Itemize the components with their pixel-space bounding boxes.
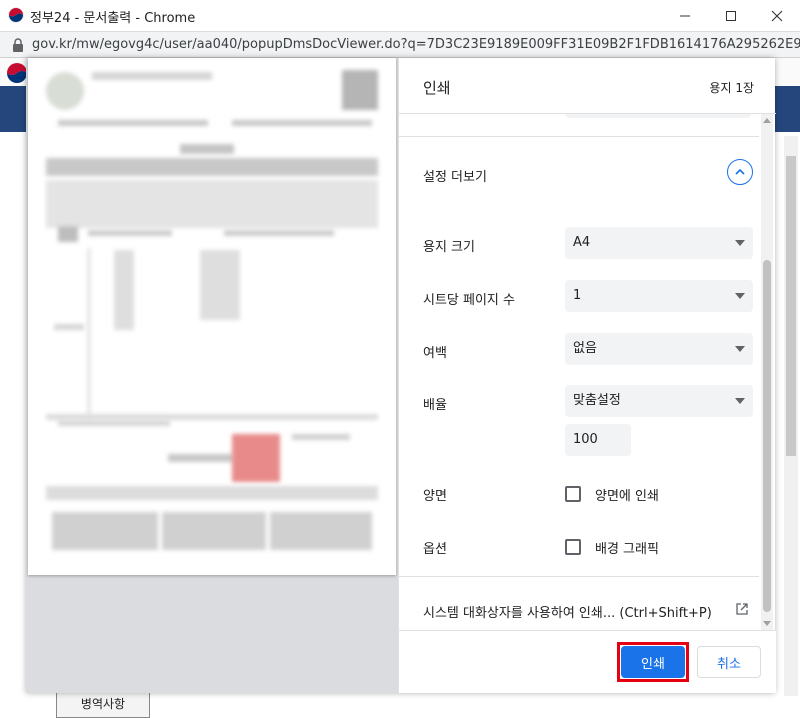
page-scrollbar[interactable] [784,136,798,696]
url-text: gov.kr/mw/egovg4c/user/aa040/popupDmsDoc… [32,37,800,52]
preview-table-line [88,248,90,418]
print-preview-area [26,58,398,693]
minimize-button[interactable] [662,0,708,32]
background-graphics-checkbox[interactable] [565,539,581,555]
open-in-new-icon[interactable] [735,602,749,616]
dialog-title: 인쇄 [423,79,451,97]
preview-footer-text [46,486,378,500]
dropdown-caret-icon [735,398,745,404]
gov-logo-icon [7,63,27,83]
preview-footer-box [270,512,372,550]
preview-qr-code [342,70,378,110]
preview-text-block [58,420,170,426]
cancel-button[interactable]: 취소 [697,646,761,678]
paper-size-select[interactable]: A4 [565,227,753,259]
two-sided-label: 양면 [423,489,447,504]
more-settings-label[interactable]: 설정 더보기 [423,166,487,185]
preview-text-block [224,230,334,236]
preview-text-block [58,120,208,126]
close-icon [771,10,783,22]
preview-footer-box [162,512,266,550]
dropdown-caret-icon [735,293,745,299]
preview-emblem [46,72,84,110]
preview-table-header [46,158,378,176]
margins-select[interactable]: 없음 [565,333,753,365]
preview-text-block [114,250,134,330]
paper-size-label: 용지 크기 [423,240,475,255]
pages-per-sheet-select[interactable]: 1 [565,280,753,312]
maximize-button[interactable] [708,0,754,32]
maximize-icon [726,11,736,21]
preview-text-block [54,324,84,330]
preview-table-cell [58,226,78,242]
close-button[interactable] [754,0,800,32]
preview-text-block [292,434,350,440]
scroll-down-arrow-icon[interactable] [763,621,771,626]
settings-header: 인쇄 용지 1장 [399,58,776,114]
print-settings-panel: 인쇄 용지 1장 설정 더보기 용지 크기 A4 시트당 페이지 수 1 여백 … [398,58,776,693]
preview-text-block [232,120,372,126]
scale-label: 배율 [423,398,447,413]
divider [399,576,759,577]
pages-per-sheet-value: 1 [573,288,582,303]
page-scrollbar-thumb[interactable] [786,156,796,456]
preview-text-block [200,250,240,320]
lock-icon [13,38,23,52]
divider [399,136,759,137]
scale-select[interactable]: 맞춤설정 [565,385,753,417]
two-sided-checkbox[interactable] [565,486,581,502]
print-button-highlight [617,642,689,682]
dropdown-caret-icon [735,346,745,352]
margins-label: 여백 [423,346,447,361]
window-titlebar: 정부24 - 문서출력 - Chrome [0,0,800,32]
preview-issuer-name [168,454,234,462]
preview-footer-box [52,512,158,550]
more-settings-toggle-button[interactable] [727,159,753,185]
dropdown-caret-icon [735,240,745,246]
preview-heading [180,144,234,154]
print-preview-page [28,58,396,575]
preview-table-rows [46,180,378,228]
preview-official-seal [232,434,280,482]
settings-scroll-region: 설정 더보기 용지 크기 A4 시트당 페이지 수 1 여백 없음 배율 맞춤설… [399,114,776,630]
pages-per-sheet-label: 시트당 페이지 수 [423,293,515,308]
two-sided-option-label[interactable]: 양면에 인쇄 [595,485,659,504]
window-title: 정부24 - 문서출력 - Chrome [30,11,196,26]
margins-value: 없음 [573,341,597,356]
sheet-count: 용지 1장 [709,81,754,95]
background-tab-area [150,694,270,718]
paper-size-value: A4 [573,235,591,250]
background-graphics-label[interactable]: 배경 그래픽 [595,538,659,557]
scale-value: 맞춤설정 [573,393,621,408]
dialog-footer: 인쇄 취소 [399,630,776,693]
scale-custom-value: 100 [573,432,598,447]
scroll-up-arrow-icon[interactable] [763,118,771,123]
settings-scrollbar[interactable] [761,114,773,630]
minimize-icon [680,15,690,17]
address-bar[interactable]: gov.kr/mw/egovg4c/user/aa040/popupDmsDoc… [0,32,800,58]
preview-text-block [92,72,212,80]
settings-scrollbar-thumb[interactable] [763,260,771,612]
preview-text-block [88,230,172,236]
gov-logo-icon [8,7,24,23]
scale-custom-input[interactable]: 100 [565,424,631,456]
system-dialog-link[interactable]: 시스템 대화상자를 사용하여 인쇄... (Ctrl+Shift+P) [423,602,712,621]
options-label: 옵션 [423,542,447,557]
chevron-up-icon [735,168,745,175]
partial-field-above [565,114,751,118]
print-dialog: 인쇄 용지 1장 설정 더보기 용지 크기 A4 시트당 페이지 수 1 여백 … [26,58,776,693]
